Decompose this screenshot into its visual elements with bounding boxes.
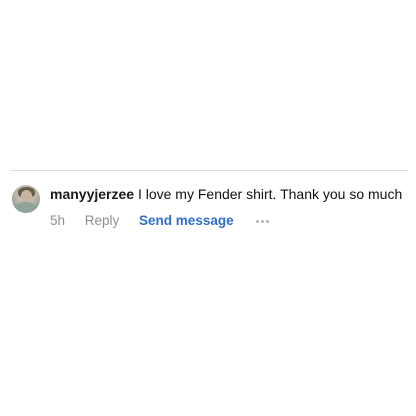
more-horizontal-icon[interactable] bbox=[255, 212, 271, 230]
comment-text: I love my Fender shirt. Thank you so muc… bbox=[137, 186, 403, 202]
comment-item: manyyjerzee I love my Fender shirt. Than… bbox=[12, 183, 408, 233]
avatar-body-shape bbox=[15, 202, 37, 213]
send-message-button[interactable]: Send message bbox=[139, 212, 234, 230]
comment-timestamp: 5h bbox=[50, 213, 66, 229]
avatar-face-shape bbox=[21, 190, 32, 202]
comment-line: manyyjerzee I love my Fender shirt. Than… bbox=[50, 185, 402, 203]
divider bbox=[10, 170, 408, 171]
comment-page: manyyjerzee I love my Fender shirt. Than… bbox=[0, 0, 416, 416]
comment-actions: 5h Reply Send message bbox=[50, 212, 271, 230]
avatar[interactable] bbox=[12, 185, 40, 213]
comment-username[interactable]: manyyjerzee bbox=[50, 186, 134, 202]
reply-button[interactable]: Reply bbox=[85, 212, 120, 230]
